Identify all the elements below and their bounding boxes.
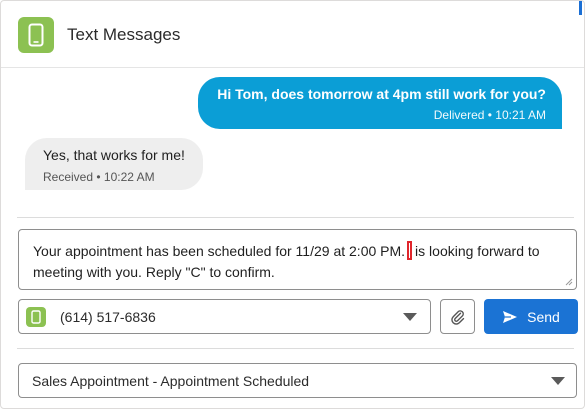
message-template-select[interactable]: Sales Appointment - Appointment Schedule… <box>18 363 577 398</box>
template-value: Sales Appointment - Appointment Schedule… <box>32 373 310 389</box>
phone-number-select[interactable]: (614) 517-6836 <box>18 299 431 334</box>
focus-accent <box>579 1 582 15</box>
text-cursor <box>407 241 413 260</box>
attach-button[interactable] <box>440 299 475 334</box>
message-status: Received • 10:22 AM <box>43 170 155 184</box>
composer-text-before-cursor: Your appointment has been scheduled for … <box>33 243 406 259</box>
paperclip-icon <box>450 309 464 325</box>
divider <box>17 348 574 349</box>
resize-grip-icon[interactable] <box>565 278 573 286</box>
header-title: Text Messages <box>67 25 181 44</box>
phone-number-value: (614) 517-6836 <box>60 309 156 325</box>
divider <box>17 217 574 218</box>
message-composer[interactable]: Your appointment has been scheduled for … <box>18 229 577 290</box>
chevron-down-icon <box>403 313 417 321</box>
send-button-label: Send <box>527 308 560 325</box>
message-text: Hi Tom, does tomorrow at 4pm still work … <box>217 86 546 102</box>
text-messages-card: Text Messages Hi Tom, does tomorrow at 4… <box>0 0 585 409</box>
chevron-down-icon <box>551 377 565 385</box>
incoming-message: Yes, that works for me! Received • 10:22… <box>25 138 203 190</box>
send-button[interactable]: Send <box>484 299 578 334</box>
mobile-phone-icon <box>18 17 54 53</box>
mobile-phone-icon <box>26 307 46 327</box>
message-text: Yes, that works for me! <box>43 147 185 163</box>
outgoing-message: Hi Tom, does tomorrow at 4pm still work … <box>198 77 562 129</box>
card-header: Text Messages <box>1 1 584 68</box>
send-icon <box>503 310 518 323</box>
message-status: Delivered • 10:21 AM <box>433 108 546 122</box>
